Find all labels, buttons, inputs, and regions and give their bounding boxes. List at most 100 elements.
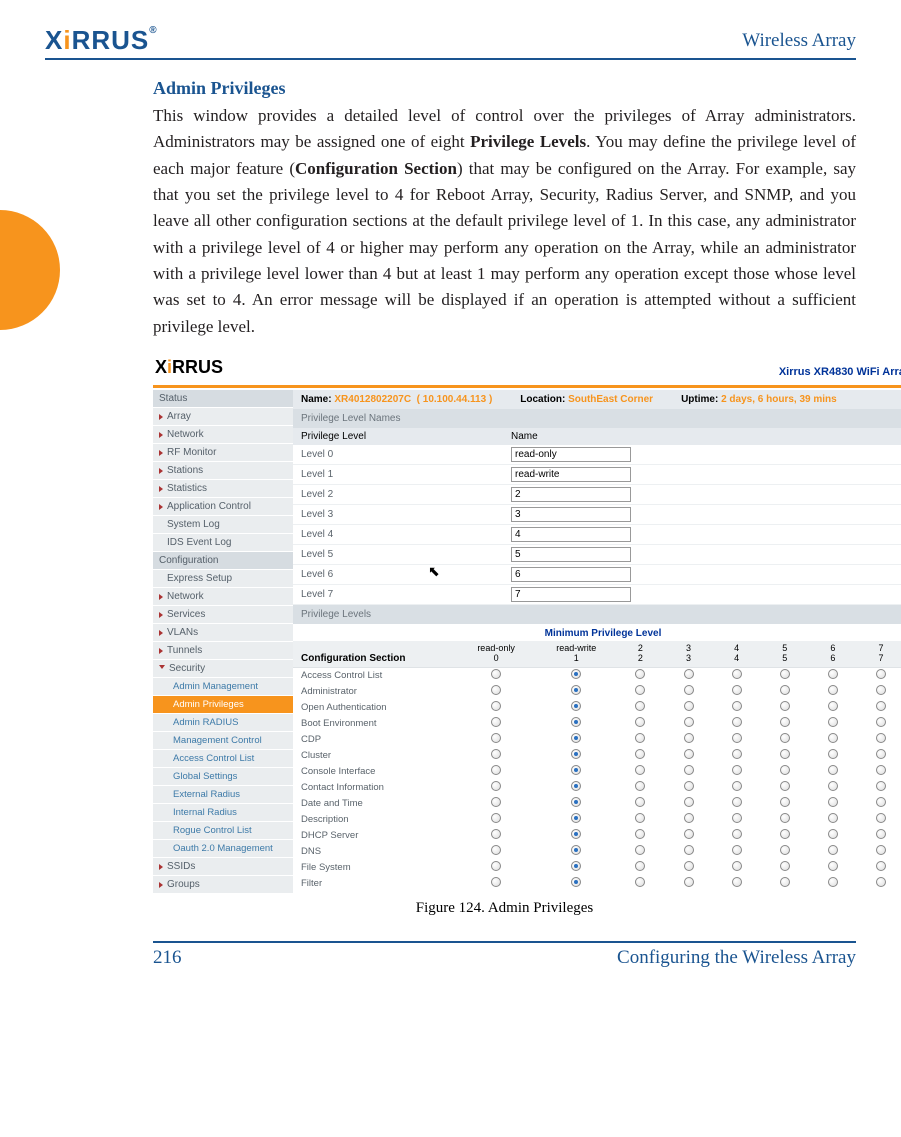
radio-button[interactable]	[780, 781, 790, 791]
radio-button[interactable]	[780, 669, 790, 679]
radio-button[interactable]	[732, 749, 742, 759]
radio-button[interactable]	[491, 797, 501, 807]
radio-button[interactable]	[828, 861, 838, 871]
radio-button[interactable]	[876, 845, 886, 855]
level-name-input[interactable]	[511, 487, 631, 502]
radio-button[interactable]	[876, 717, 886, 727]
radio-button[interactable]	[635, 845, 645, 855]
radio-button[interactable]	[635, 701, 645, 711]
radio-button[interactable]	[571, 845, 581, 855]
radio-button[interactable]	[491, 685, 501, 695]
radio-button[interactable]	[571, 701, 581, 711]
radio-button[interactable]	[876, 733, 886, 743]
radio-button[interactable]	[684, 829, 694, 839]
radio-button[interactable]	[876, 685, 886, 695]
radio-button[interactable]	[635, 877, 645, 887]
radio-button[interactable]	[684, 717, 694, 727]
radio-button[interactable]	[732, 781, 742, 791]
radio-button[interactable]	[828, 749, 838, 759]
sidebar-item[interactable]: Admin Management	[153, 678, 293, 696]
radio-button[interactable]	[780, 829, 790, 839]
radio-button[interactable]	[491, 749, 501, 759]
radio-button[interactable]	[684, 685, 694, 695]
level-name-input[interactable]	[511, 547, 631, 562]
sidebar-item[interactable]: Rogue Control List	[153, 822, 293, 840]
sidebar-item[interactable]: Access Control List	[153, 750, 293, 768]
radio-button[interactable]	[635, 717, 645, 727]
level-name-input[interactable]	[511, 567, 631, 582]
radio-button[interactable]	[571, 765, 581, 775]
radio-button[interactable]	[491, 765, 501, 775]
radio-button[interactable]	[780, 813, 790, 823]
radio-button[interactable]	[635, 669, 645, 679]
radio-button[interactable]	[684, 781, 694, 791]
radio-button[interactable]	[571, 813, 581, 823]
radio-button[interactable]	[780, 733, 790, 743]
radio-button[interactable]	[491, 829, 501, 839]
sidebar-item-active[interactable]: Admin Privileges	[153, 696, 293, 714]
radio-button[interactable]	[684, 749, 694, 759]
sidebar-item[interactable]: Statistics	[153, 480, 293, 498]
radio-button[interactable]	[684, 765, 694, 775]
radio-button[interactable]	[828, 829, 838, 839]
radio-button[interactable]	[780, 717, 790, 727]
radio-button[interactable]	[491, 669, 501, 679]
sidebar-item[interactable]: Network	[153, 426, 293, 444]
radio-button[interactable]	[571, 829, 581, 839]
radio-button[interactable]	[828, 733, 838, 743]
level-name-input[interactable]	[511, 587, 631, 602]
radio-button[interactable]	[876, 765, 886, 775]
radio-button[interactable]	[635, 781, 645, 791]
sidebar-item[interactable]: Services	[153, 606, 293, 624]
radio-button[interactable]	[828, 797, 838, 807]
radio-button[interactable]	[828, 781, 838, 791]
radio-button[interactable]	[876, 701, 886, 711]
radio-button[interactable]	[571, 669, 581, 679]
level-name-input[interactable]	[511, 447, 631, 462]
radio-button[interactable]	[571, 861, 581, 871]
level-name-input[interactable]	[511, 507, 631, 522]
radio-button[interactable]	[828, 765, 838, 775]
sidebar-item[interactable]: External Radius	[153, 786, 293, 804]
sidebar-item[interactable]: Application Control	[153, 498, 293, 516]
radio-button[interactable]	[780, 765, 790, 775]
radio-button[interactable]	[828, 701, 838, 711]
sidebar-item[interactable]: Stations	[153, 462, 293, 480]
level-name-input[interactable]	[511, 467, 631, 482]
radio-button[interactable]	[732, 797, 742, 807]
radio-button[interactable]	[684, 701, 694, 711]
radio-button[interactable]	[876, 829, 886, 839]
radio-button[interactable]	[635, 797, 645, 807]
radio-button[interactable]	[732, 829, 742, 839]
radio-button[interactable]	[732, 861, 742, 871]
radio-button[interactable]	[491, 701, 501, 711]
radio-button[interactable]	[828, 685, 838, 695]
radio-button[interactable]	[876, 813, 886, 823]
radio-button[interactable]	[732, 765, 742, 775]
radio-button[interactable]	[780, 701, 790, 711]
radio-button[interactable]	[732, 877, 742, 887]
radio-button[interactable]	[491, 781, 501, 791]
radio-button[interactable]	[635, 733, 645, 743]
radio-button[interactable]	[684, 877, 694, 887]
radio-button[interactable]	[780, 797, 790, 807]
radio-button[interactable]	[635, 685, 645, 695]
radio-button[interactable]	[684, 845, 694, 855]
radio-button[interactable]	[876, 861, 886, 871]
radio-button[interactable]	[491, 877, 501, 887]
radio-button[interactable]	[635, 765, 645, 775]
radio-button[interactable]	[876, 669, 886, 679]
radio-button[interactable]	[491, 861, 501, 871]
radio-button[interactable]	[684, 733, 694, 743]
radio-button[interactable]	[635, 749, 645, 759]
radio-button[interactable]	[780, 749, 790, 759]
sidebar-item[interactable]: IDS Event Log	[153, 534, 293, 552]
radio-button[interactable]	[828, 845, 838, 855]
radio-button[interactable]	[491, 733, 501, 743]
sidebar-item[interactable]: Management Control	[153, 732, 293, 750]
sidebar-item[interactable]: Array	[153, 408, 293, 426]
radio-button[interactable]	[876, 749, 886, 759]
sidebar-item[interactable]: VLANs	[153, 624, 293, 642]
radio-button[interactable]	[780, 861, 790, 871]
radio-button[interactable]	[635, 813, 645, 823]
